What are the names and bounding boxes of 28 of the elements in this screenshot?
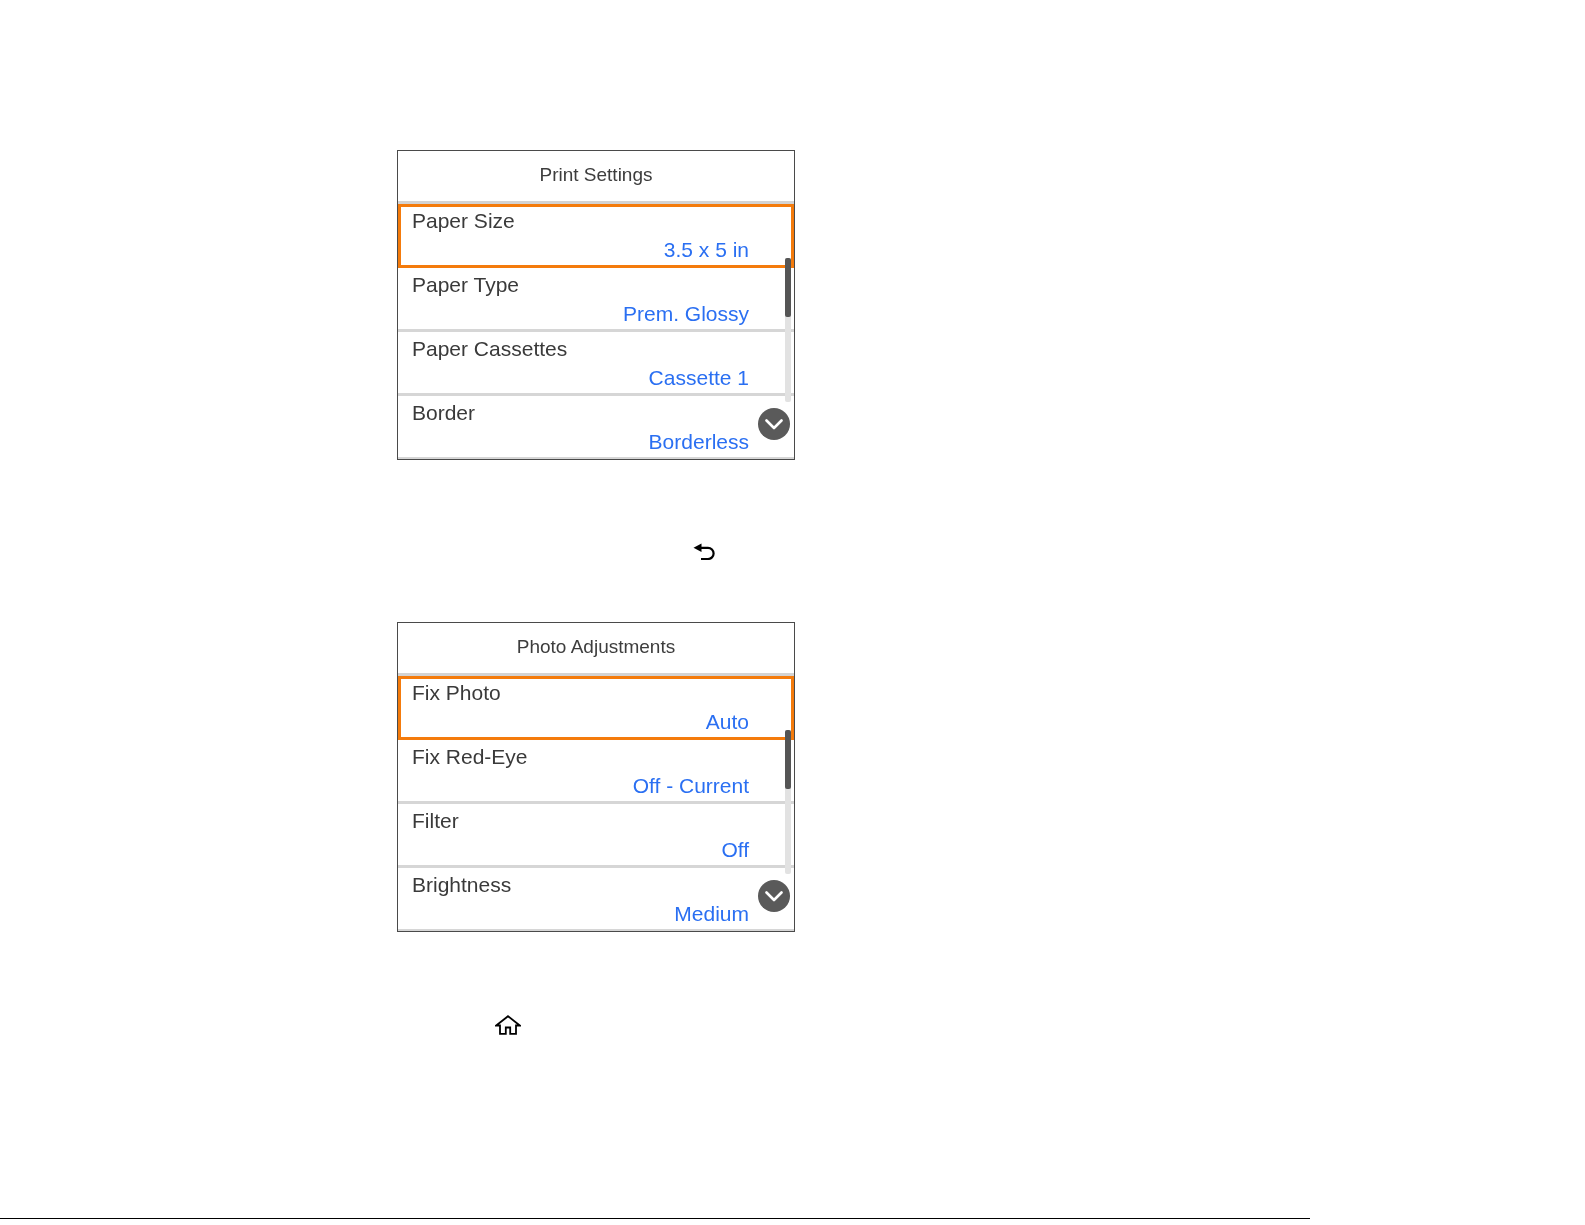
scroll-down-button[interactable] [758,880,790,912]
item-value: 3.5 x 5 in [663,238,749,262]
item-label: Border [412,401,476,425]
item-value: Off - Current [632,774,749,798]
item-label: Fix Photo [412,681,501,705]
item-value: Prem. Glossy [622,302,749,326]
scrollbar-thumb[interactable] [784,730,791,789]
item-label: Brightness [412,873,512,897]
item-value: Medium [674,902,749,926]
back-arrow-icon [693,543,715,560]
item-label: Paper Size [412,209,515,233]
scrollbar-thumb[interactable] [784,258,791,317]
item-value: Off [721,838,749,862]
chevron-down-icon [765,890,783,902]
item-value: Auto [705,710,749,734]
item-label: Paper Cassettes [412,337,568,361]
item-label: Filter [412,809,459,833]
item-value: Borderless [648,430,749,454]
screen-title: Photo Adjustments [516,636,676,658]
chevron-down-icon [765,418,783,430]
item-value: Cassette 1 [648,366,749,390]
scroll-down-button[interactable] [758,408,790,440]
item-label: Fix Red-Eye [412,745,528,769]
menu-item[interactable]: Paper Size 3.5 x 5 in [398,204,794,268]
home-icon [495,1015,521,1035]
item-label: Paper Type [412,273,520,297]
menu-item[interactable]: Fix Photo Auto [398,676,794,740]
screen-title: Print Settings [539,164,653,186]
